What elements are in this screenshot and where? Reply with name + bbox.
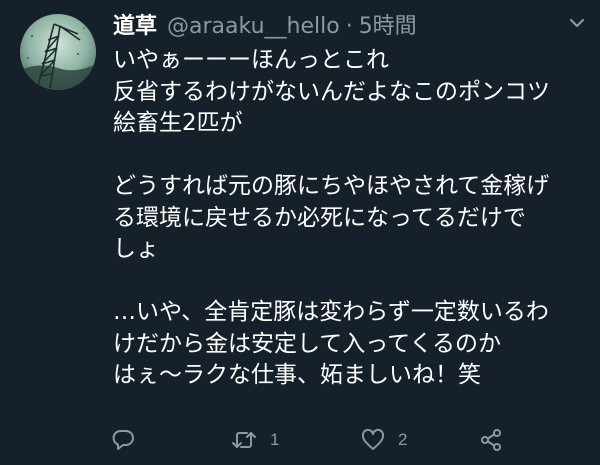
tweet-header: 道草 @araaku__hello · 5時間: [113, 10, 417, 44]
timestamp[interactable]: 5時間: [359, 10, 417, 44]
share-icon: [481, 429, 501, 451]
display-name[interactable]: 道草: [113, 10, 157, 44]
tweet[interactable]: 道草 @araaku__hello · 5時間 いやぁーーーほんっとこれ 反省す…: [0, 0, 600, 465]
tweet-text-line: 反省するわけがないんだよなこのポンコツ: [113, 78, 550, 105]
reply-button[interactable]: [110, 422, 136, 458]
tweet-text: いやぁーーーほんっとこれ 反省するわけがないんだよなこのポンコツ 絵畜生2匹が …: [113, 45, 578, 392]
reply-icon: [112, 430, 134, 450]
tweet-text-line: いやぁーーーほんっとこれ: [113, 47, 389, 73]
retweet-button[interactable]: 1: [230, 422, 279, 458]
tweet-text-line: どうすれば元の豚にちやほやされて金稼げ: [113, 173, 550, 199]
avatar-image: [20, 14, 96, 90]
tweet-text-line: けだから金は安定して入ってくるのか: [113, 330, 502, 357]
tweet-text-line: はぇ〜ラクな仕事、妬ましいね！笑: [113, 362, 481, 388]
tweet-text-line: 絵畜生2匹が: [113, 110, 243, 136]
share-button[interactable]: [478, 422, 504, 458]
tweet-text-line: …いや、全肯定豚は変わらず一定数いるわ: [113, 299, 549, 325]
user-handle[interactable]: @araaku__hello: [167, 10, 340, 44]
tweet-text-line: る環境に戻せるか必死になってるだけで: [113, 204, 526, 231]
separator-dot: ·: [345, 14, 353, 39]
avatar[interactable]: [20, 14, 96, 90]
like-button[interactable]: 2: [360, 422, 407, 458]
tweet-text-line: [113, 140, 578, 172]
tweet-text-line: しょ: [113, 236, 159, 262]
tweet-actions: 1 2: [110, 422, 510, 458]
like-count: 2: [398, 430, 408, 449]
more-options-icon[interactable]: [566, 12, 588, 34]
tweet-text-line: [113, 266, 578, 298]
retweet-count: 1: [270, 430, 280, 449]
heart-icon: [361, 428, 385, 450]
retweet-icon: [232, 432, 256, 448]
